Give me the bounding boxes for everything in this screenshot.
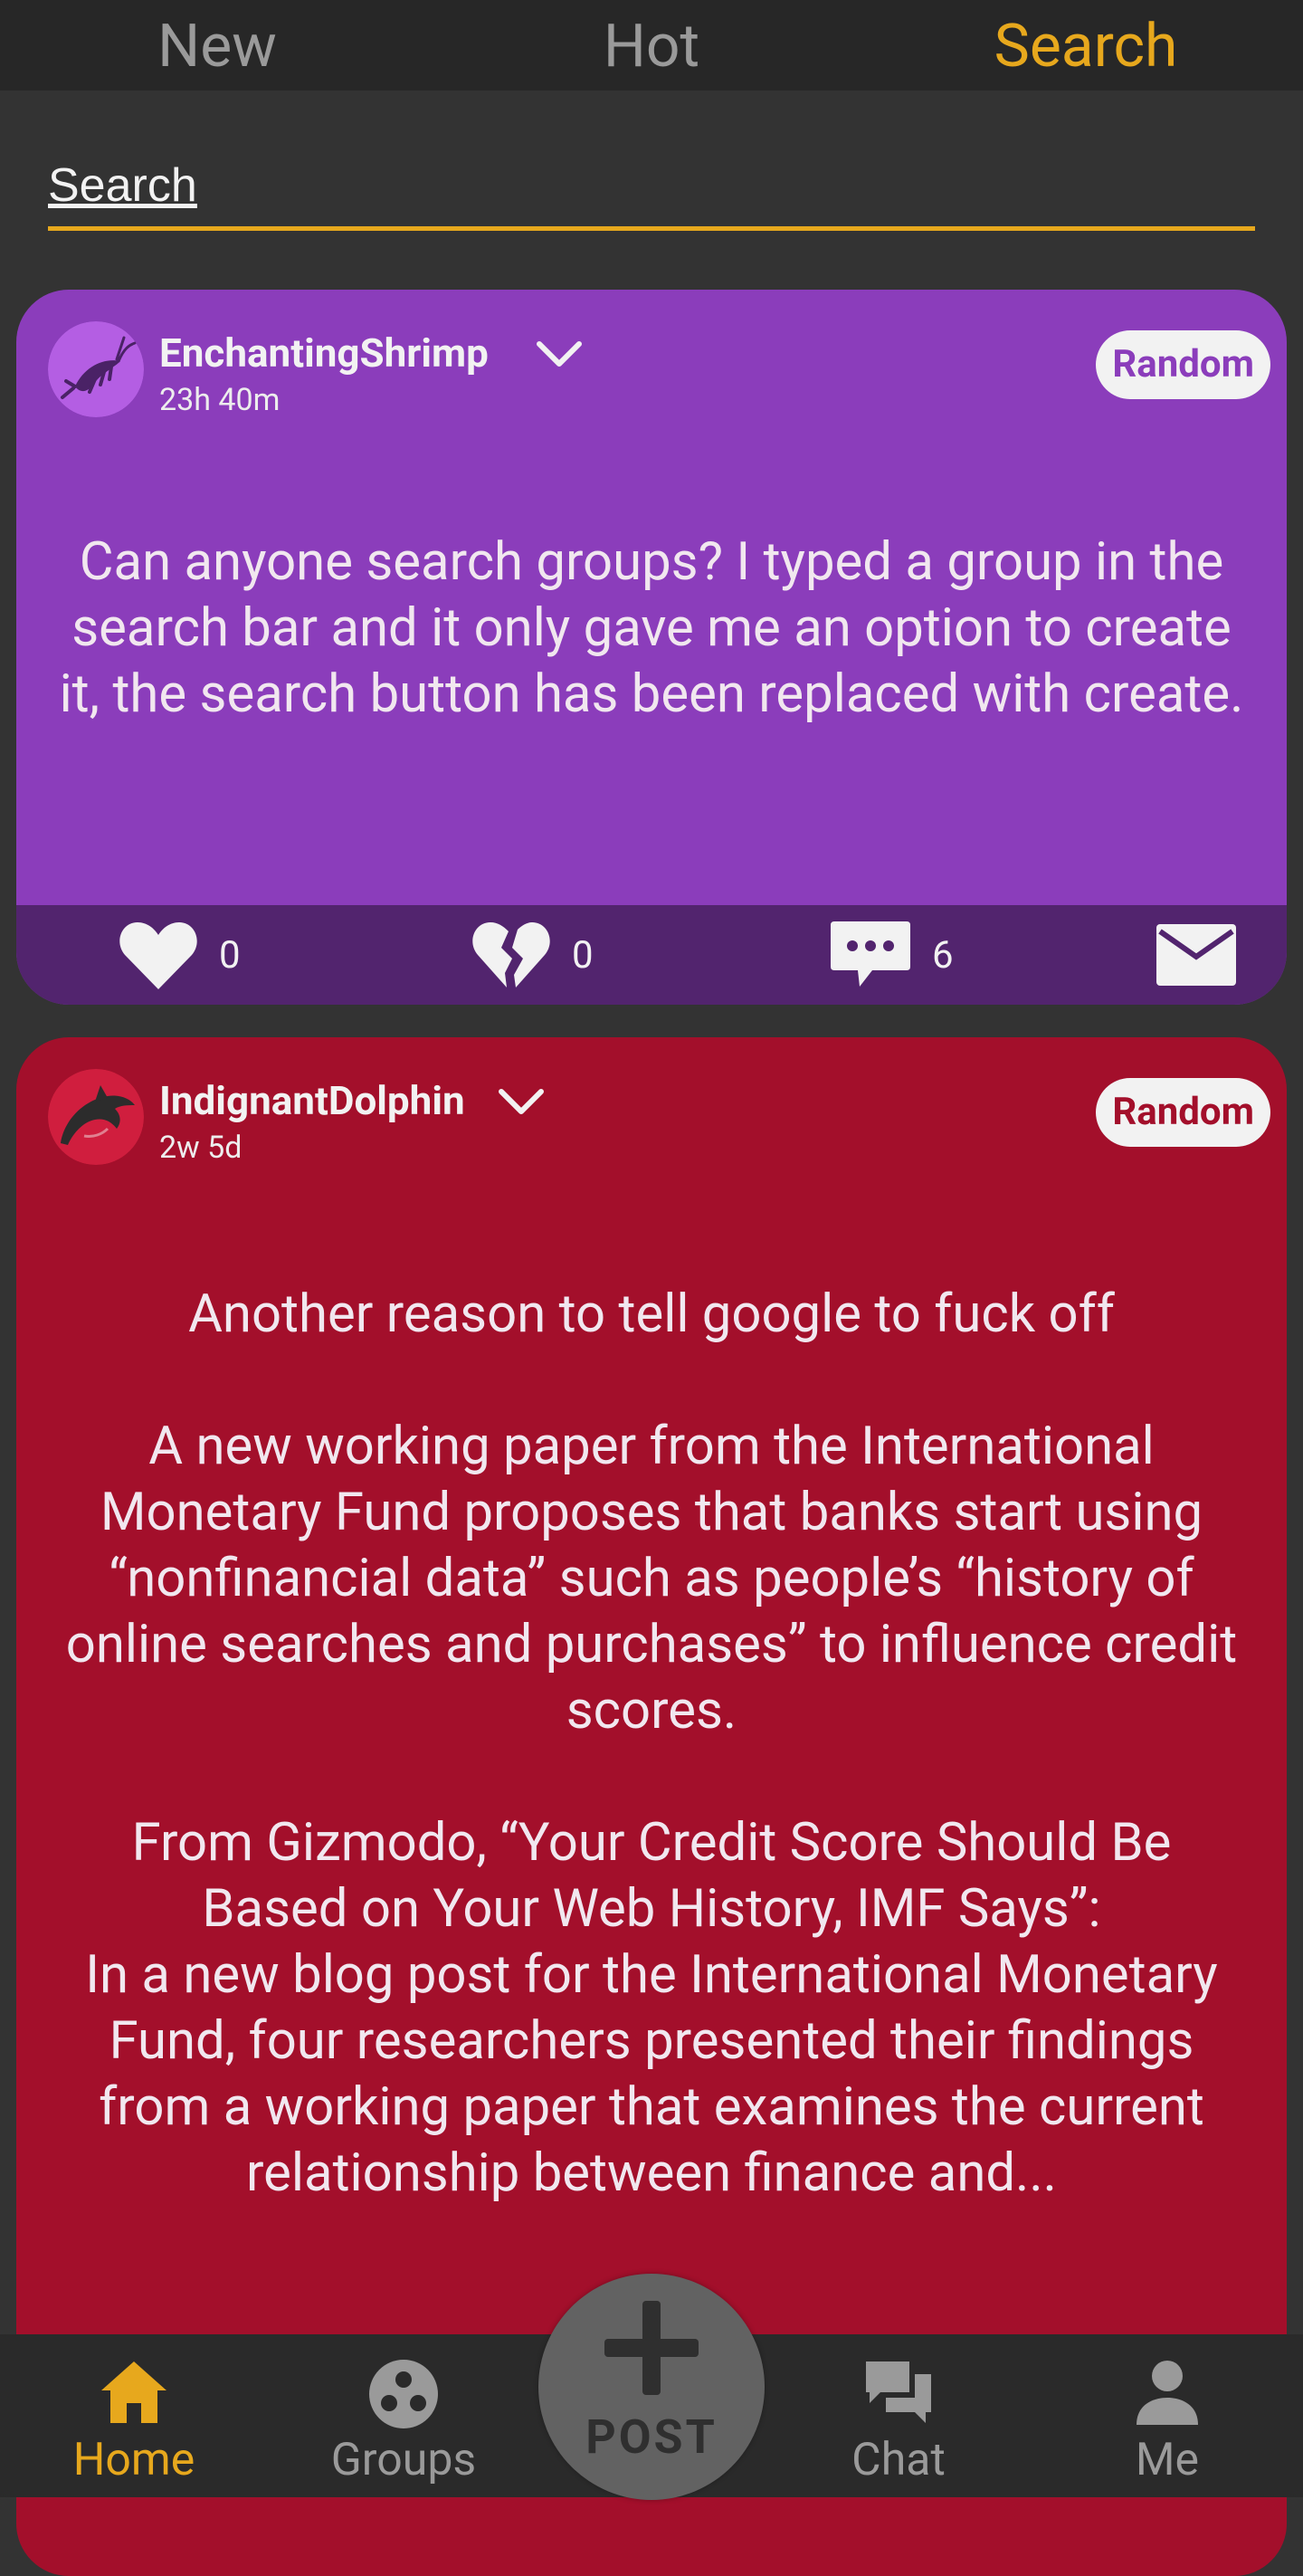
group-badge[interactable]: Random xyxy=(1096,1078,1270,1147)
heart-icon xyxy=(119,922,197,989)
nav-chat-label: Chat xyxy=(851,2434,946,2486)
group-badge[interactable]: Random xyxy=(1096,330,1270,399)
nav-home-label: Home xyxy=(72,2434,195,2486)
nav-me[interactable]: Me xyxy=(1077,2334,1258,2497)
tab-hot[interactable]: Hot xyxy=(434,0,869,91)
post-button-label: POST xyxy=(585,2409,718,2465)
post-header: IndignantDolphin 2w 5d Random xyxy=(16,1037,1287,1182)
post-timestamp: 23h 40m xyxy=(159,382,281,418)
message-button[interactable] xyxy=(1155,905,1238,1005)
comment-count: 6 xyxy=(932,932,954,978)
comments-button[interactable]: 6 xyxy=(829,905,954,1005)
plus-icon xyxy=(604,2301,699,2395)
nav-me-label: Me xyxy=(1135,2434,1200,2486)
like-count: 0 xyxy=(219,932,241,978)
shrimp-icon xyxy=(48,321,144,417)
chevron-down-icon[interactable] xyxy=(534,337,585,373)
envelope-icon xyxy=(1156,924,1236,986)
dislike-count: 0 xyxy=(572,932,594,978)
nav-chat[interactable]: Chat xyxy=(808,2334,989,2497)
top-tab-bar: New Hot Search xyxy=(0,0,1303,91)
broken-heart-icon xyxy=(472,922,550,987)
comment-icon xyxy=(831,921,910,987)
nav-groups[interactable]: Groups xyxy=(313,2334,494,2497)
post-action-bar: 0 0 6 xyxy=(16,905,1287,1005)
post-timestamp: 2w 5d xyxy=(159,1130,243,1166)
post-button[interactable]: POST xyxy=(538,2274,765,2500)
tab-new[interactable]: New xyxy=(0,0,434,91)
post-card[interactable]: EnchantingShrimp 23h 40m Random Can anyo… xyxy=(16,290,1287,1005)
nav-home[interactable]: Home xyxy=(43,2334,224,2497)
post-text: Another reason to tell google to fuck of… xyxy=(65,1283,1238,2204)
dolphin-icon xyxy=(48,1069,144,1165)
nav-groups-label: Groups xyxy=(330,2434,477,2486)
avatar[interactable] xyxy=(48,321,144,417)
groups-icon xyxy=(369,2360,438,2428)
post-username[interactable]: IndignantDolphin xyxy=(159,1077,465,1124)
tab-search[interactable]: Search xyxy=(869,0,1303,91)
chat-icon xyxy=(866,2361,931,2423)
like-button[interactable]: 0 xyxy=(118,905,241,1005)
home-icon xyxy=(101,2361,166,2423)
post-header: EnchantingShrimp 23h 40m Random xyxy=(16,290,1287,434)
post-text: Can anyone search groups? I typed a grou… xyxy=(59,531,1244,725)
person-icon xyxy=(1137,2361,1198,2425)
post-username[interactable]: EnchantingShrimp xyxy=(159,329,489,377)
search-input[interactable] xyxy=(48,145,1255,231)
search-field xyxy=(48,145,1255,232)
chevron-down-icon[interactable] xyxy=(496,1084,547,1121)
dislike-button[interactable]: 0 xyxy=(471,905,594,1005)
avatar[interactable] xyxy=(48,1069,144,1165)
